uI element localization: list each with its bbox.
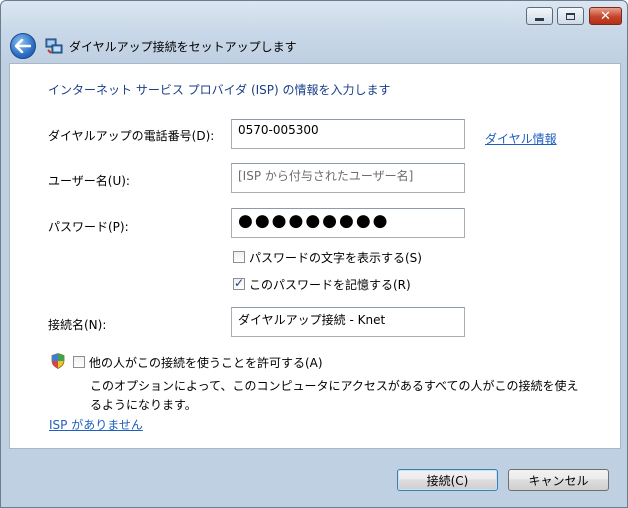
allow-others-label[interactable]: 他の人がこの接続を使うことを許可する(A): [89, 354, 323, 371]
password-input[interactable]: ●●●●●●●●●: [231, 208, 465, 238]
back-button[interactable]: [10, 33, 36, 59]
phone-label: ダイヤルアップの電話番号(D):: [48, 129, 215, 143]
remember-password-checkbox[interactable]: [233, 276, 245, 290]
maximize-icon: [566, 12, 575, 20]
dialing-rules-link[interactable]: ダイヤル情報: [485, 130, 557, 147]
allow-others-checkbox[interactable]: [73, 356, 85, 368]
close-button[interactable]: ✕: [589, 7, 622, 25]
show-password-label[interactable]: パスワードの文字を表示する(S): [249, 249, 422, 266]
window-title: ダイヤルアップ接続をセットアップします: [69, 40, 297, 54]
username-label: ユーザー名(U):: [48, 174, 130, 188]
cancel-button[interactable]: キャンセル: [508, 469, 609, 491]
username-input[interactable]: [ISP から付与されたユーザー名]: [231, 163, 465, 193]
network-connection-icon: [45, 38, 63, 54]
show-password-checkbox[interactable]: [233, 251, 245, 263]
connection-name-label: 接続名(N):: [48, 318, 107, 332]
security-shield-icon: [51, 353, 65, 369]
back-arrow-icon: [15, 39, 31, 53]
dialog-window: ✕ ダイヤルアップ接続をセットアップします インターネット サービス プロバイダ…: [0, 0, 628, 508]
no-isp-link[interactable]: ISP がありません: [49, 416, 143, 433]
maximize-button[interactable]: [557, 7, 584, 25]
phone-number-input[interactable]: 0570-005300: [231, 119, 465, 149]
close-icon: ✕: [600, 8, 611, 24]
remember-password-label[interactable]: このパスワードを記憶する(R): [249, 276, 411, 293]
minimize-icon: [535, 17, 544, 21]
connection-name-input[interactable]: ダイヤルアップ接続 - Knet: [231, 307, 465, 337]
minimize-button[interactable]: [526, 7, 553, 25]
page-heading: インターネット サービス プロバイダ (ISP) の情報を入力します: [48, 83, 391, 97]
allow-others-description: このオプションによって、このコンピュータにアクセスがあるすべての人がこの接続を使…: [90, 379, 579, 412]
password-label: パスワード(P):: [48, 220, 129, 234]
title-bar: ✕: [1, 1, 627, 31]
connect-button[interactable]: 接続(C): [397, 469, 498, 491]
